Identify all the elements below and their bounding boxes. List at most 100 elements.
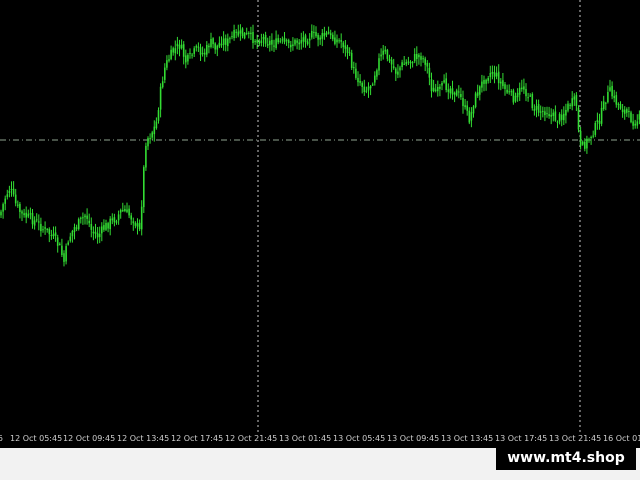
time-tick-label: 13 Oct 05:45 <box>333 434 386 443</box>
candle-body <box>216 45 219 50</box>
candle-body <box>157 110 160 121</box>
candle-body <box>550 114 552 117</box>
candle-body <box>199 47 202 55</box>
candle-body <box>371 84 374 86</box>
candle-body <box>42 229 44 231</box>
candle-body <box>0 211 2 216</box>
candle-body <box>369 86 372 89</box>
candle-body <box>86 215 88 219</box>
candle-body <box>174 48 177 54</box>
candle-body <box>403 63 405 65</box>
candle-body <box>71 231 74 237</box>
price-chart[interactable] <box>0 0 640 432</box>
candle-body <box>518 87 521 95</box>
candle-body <box>462 98 464 107</box>
candle-body <box>430 79 433 92</box>
candle-body <box>21 211 23 214</box>
candle-body <box>476 92 479 96</box>
candle-body <box>357 77 359 83</box>
candle-body <box>252 32 254 43</box>
candle-body <box>529 95 531 97</box>
candle-body <box>35 219 38 221</box>
candle-body <box>325 32 328 35</box>
candle-body <box>586 138 588 149</box>
candle-body <box>447 89 450 92</box>
candle-body <box>460 94 462 98</box>
time-tick-label: 13 Oct 01:45 <box>279 434 332 443</box>
candle-body <box>191 54 193 56</box>
candle-body <box>449 88 452 94</box>
candle-body <box>472 106 475 114</box>
candle-body <box>489 73 492 78</box>
candle-body <box>468 110 471 123</box>
candle-body <box>384 49 387 52</box>
candle-body <box>453 92 456 95</box>
candle-body <box>98 233 101 238</box>
candle-body <box>306 41 309 45</box>
candle-body <box>636 121 639 126</box>
time-tick-label: 13 Oct 09:45 <box>387 434 440 443</box>
candle-body <box>61 245 63 255</box>
candle-body <box>455 90 458 96</box>
candle-body <box>161 81 164 88</box>
candle-body <box>136 223 139 227</box>
candle-body <box>577 107 580 130</box>
candle-body <box>88 220 90 224</box>
candle-body <box>554 111 557 121</box>
candle-body <box>84 215 86 218</box>
candle-body <box>502 80 504 87</box>
candle-body <box>229 38 231 40</box>
candle-body <box>626 109 628 113</box>
candle-body <box>380 54 382 57</box>
candle-body <box>111 218 114 221</box>
candle-body <box>308 38 311 41</box>
chart-canvas[interactable] <box>0 0 640 432</box>
candle-body <box>187 54 189 62</box>
candle-body <box>569 104 571 106</box>
candle-body <box>615 95 618 105</box>
candle-body <box>77 219 80 230</box>
candle-body <box>491 71 494 74</box>
candle-body <box>592 135 594 137</box>
candle-body <box>632 121 634 126</box>
candle-body <box>44 227 46 229</box>
candle-body <box>584 141 586 149</box>
candle-body <box>411 62 414 64</box>
candle-body <box>65 246 67 262</box>
candle-body <box>621 109 624 113</box>
candle-body <box>319 37 321 40</box>
candle-body <box>420 56 422 60</box>
candle-body <box>334 37 336 44</box>
candle-body <box>611 85 613 97</box>
candle-body <box>29 213 32 215</box>
candle-body <box>537 104 540 113</box>
candle-body <box>103 225 105 230</box>
candle-body <box>235 31 237 33</box>
candle-body <box>359 81 361 83</box>
candle-body <box>260 40 263 43</box>
candle-body <box>388 58 391 61</box>
candle-body <box>239 30 242 34</box>
candle-body <box>407 61 410 63</box>
candle-body <box>124 209 126 211</box>
candle-body <box>350 52 353 68</box>
candle-body <box>220 43 223 46</box>
candle-body <box>298 42 300 45</box>
candle-body <box>243 33 246 39</box>
candle-body <box>607 92 609 103</box>
candle-body <box>516 92 519 98</box>
candle-body <box>525 89 527 97</box>
candle-body <box>206 45 208 55</box>
candle-body <box>609 87 611 91</box>
candle-body <box>50 235 53 236</box>
candle-body <box>514 95 517 102</box>
candle-body <box>300 40 303 44</box>
candle-body <box>38 221 40 223</box>
candle-body <box>12 188 15 195</box>
candle-body <box>292 44 294 46</box>
candle-body <box>33 220 36 226</box>
candle-body <box>523 86 525 90</box>
candle-body <box>481 81 483 88</box>
candle-body <box>470 112 473 121</box>
candle-body <box>413 54 416 62</box>
